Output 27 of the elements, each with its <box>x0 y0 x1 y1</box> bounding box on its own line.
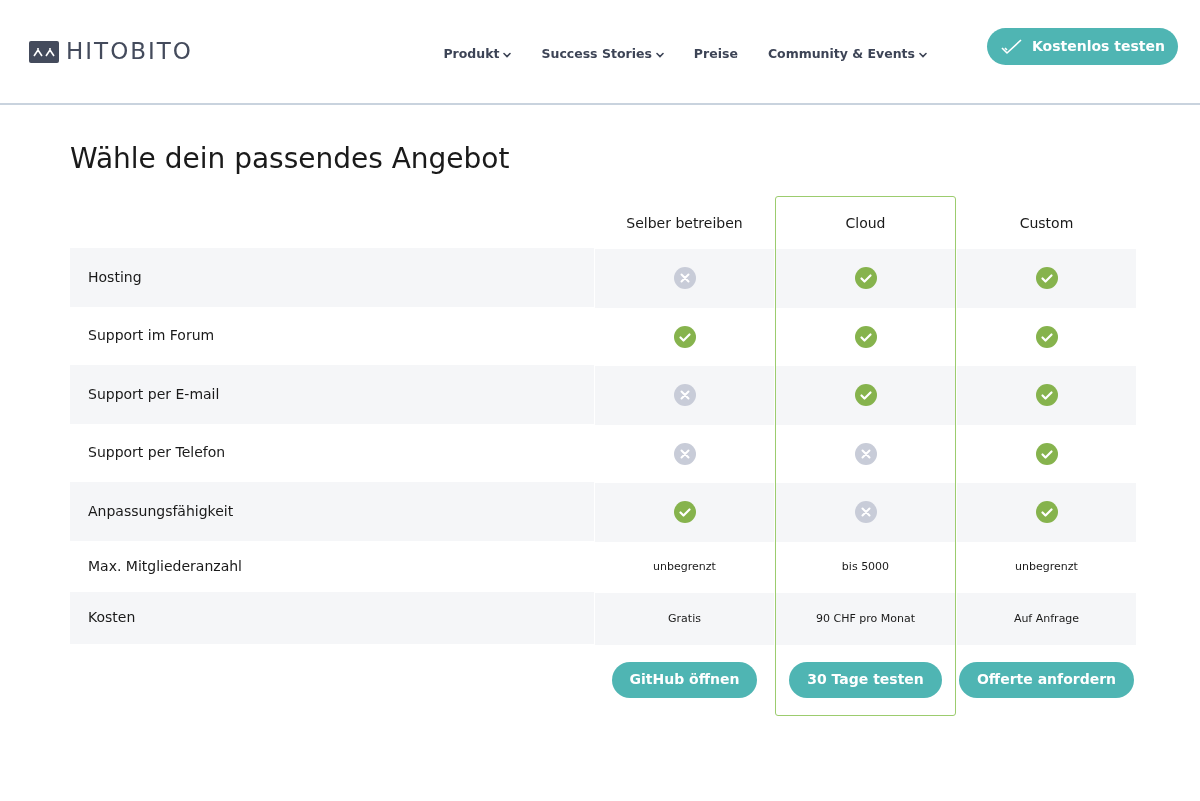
feature-label: Max. Mitgliederanzahl <box>88 556 242 576</box>
nav-link[interactable]: Success Stories <box>541 45 664 64</box>
nav-link[interactable]: Produkt <box>443 45 512 64</box>
nav-link[interactable]: Community & Events <box>767 45 927 64</box>
chevron-down-icon <box>503 51 512 58</box>
nav-link[interactable]: Preise <box>693 45 738 64</box>
chevron-down-icon <box>919 51 927 58</box>
table-cell-text: unbegrenzt <box>653 559 716 575</box>
table-cell: 90 CHF pro Monat <box>816 610 915 627</box>
brand-name: HITOBITO <box>66 40 193 63</box>
feature-label: Anpassungsfähigkeit <box>88 501 234 521</box>
plan-name: Cloud <box>845 213 886 233</box>
feature-label: Support per Telefon <box>88 443 226 463</box>
plan-name: Custom <box>1019 213 1074 233</box>
page-title: Wähle dein passendes Angebot <box>70 141 511 176</box>
feature-label: Support im Forum <box>88 326 215 346</box>
table-cell: Gratis <box>668 610 701 627</box>
table-cell: Auf Anfrage <box>1013 610 1080 627</box>
table-cell-text: bis 5000 <box>841 559 890 575</box>
logo-icon <box>29 40 59 63</box>
plan-name: Selber betreiben <box>626 213 743 233</box>
checkmark-icon <box>1000 37 1024 56</box>
chevron-down-icon <box>655 51 664 58</box>
table-cell-text: unbegrenzt <box>1015 559 1078 575</box>
feature-label: Support per E-mail <box>88 384 220 404</box>
feature-label: Kosten <box>88 608 136 628</box>
feature-label: Hosting <box>88 267 142 287</box>
